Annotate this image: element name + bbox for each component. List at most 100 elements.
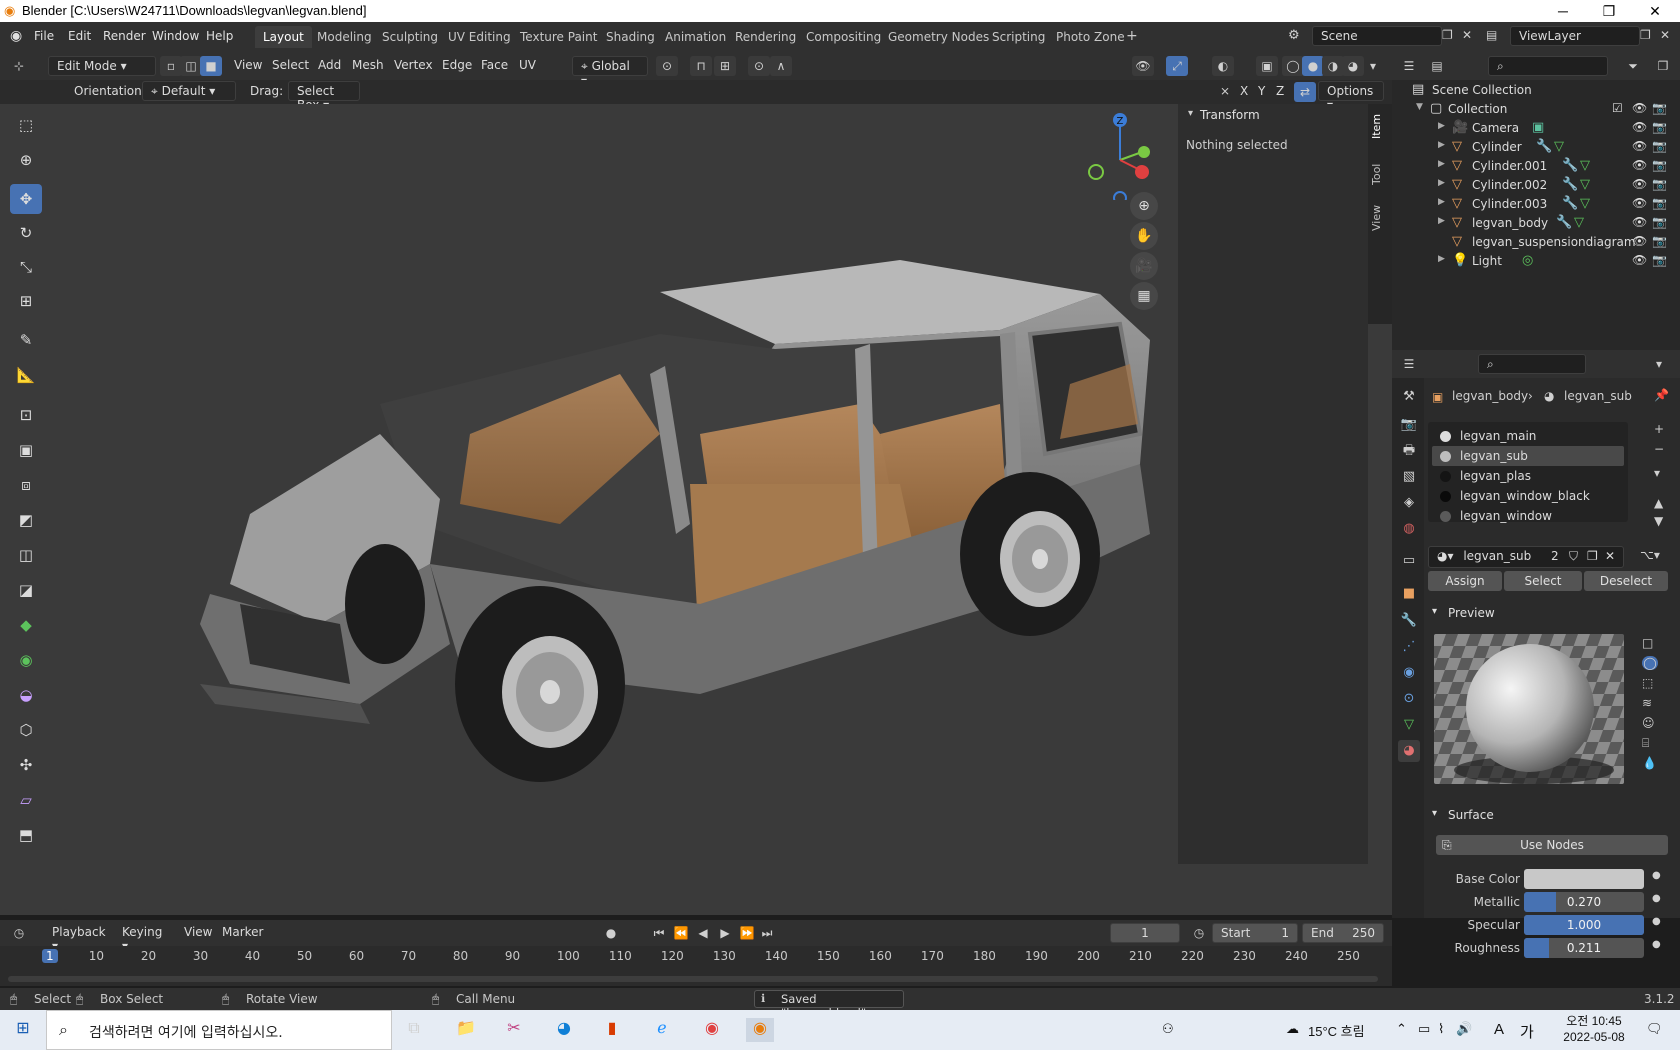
user-count[interactable]: 2 xyxy=(1551,549,1559,563)
browse-nodetree-icon[interactable]: ⌥▾ xyxy=(1640,548,1660,562)
vertex-select-icon[interactable]: ▫ xyxy=(160,56,182,76)
preview-cube-icon[interactable]: ⬚ xyxy=(1642,676,1653,690)
expand-icon[interactable]: ▼ xyxy=(1416,102,1423,112)
overlay-toggle-icon[interactable]: ◐ xyxy=(1212,56,1234,76)
people-icon[interactable]: ⚇ xyxy=(1162,1021,1174,1037)
properties-options-icon[interactable]: ▾ xyxy=(1648,354,1670,374)
outliner-scene-collection[interactable]: ▤ Scene Collection xyxy=(1392,80,1680,100)
expand-icon[interactable]: ▶ xyxy=(1438,121,1445,131)
tab-compositing[interactable]: Compositing xyxy=(798,26,889,48)
rotate-tool-icon[interactable]: ↻ xyxy=(10,218,42,248)
weather-text[interactable]: 15°C 흐림 xyxy=(1308,1021,1365,1040)
mirror-y-toggle[interactable]: Y xyxy=(1258,84,1265,98)
use-nodes-button[interactable]: ⎘ Use Nodes xyxy=(1436,835,1668,855)
menu-uv[interactable]: UV xyxy=(519,58,536,72)
outliner-item-legvan-suspensiondiagram[interactable]: ▽ legvan_suspensiondiagram 👁 📷 xyxy=(1392,232,1680,252)
tab-texture-paint[interactable]: Texture Paint xyxy=(512,26,605,48)
viewlayer-browse-icon[interactable]: ▤ xyxy=(1486,28,1497,42)
edge-browser-icon[interactable]: ◕ xyxy=(550,1018,578,1042)
snip-tool-icon[interactable]: ✂ xyxy=(500,1018,528,1042)
shrink-fatten-tool-icon[interactable]: ✣ xyxy=(10,750,42,780)
filter-icon[interactable]: ⏷ xyxy=(1622,56,1644,76)
current-frame-marker[interactable]: 1 xyxy=(42,949,58,963)
timeline-scrollbar[interactable] xyxy=(8,976,1378,982)
annotate-tool-icon[interactable]: ✎ xyxy=(10,325,42,355)
visibility-icon[interactable]: 👁 xyxy=(1132,56,1154,76)
keyframe-dot-icon[interactable]: ● xyxy=(1652,870,1661,881)
playback-menu[interactable]: Playback ▾ xyxy=(44,923,112,953)
material-props-icon[interactable]: ◕ xyxy=(1398,740,1420,762)
input-language[interactable]: A xyxy=(1494,1021,1504,1038)
data-props-icon[interactable]: ▽ xyxy=(1398,714,1420,736)
material-browse-icon[interactable]: ◕▾ xyxy=(1437,549,1454,563)
render-props-icon[interactable]: 📷 xyxy=(1398,414,1420,436)
keyframe-dot-icon[interactable]: ● xyxy=(1652,893,1661,904)
camera-view-icon[interactable]: 🎥 xyxy=(1130,252,1158,280)
select-button[interactable]: Select xyxy=(1504,571,1582,591)
preview-flat-icon[interactable]: □ xyxy=(1642,636,1653,650)
outliner-editor-type-icon[interactable]: ☰ xyxy=(1398,56,1420,76)
blender-taskbar-icon[interactable]: ◉ xyxy=(746,1018,774,1042)
scene-name-field[interactable]: Scene xyxy=(1312,26,1442,46)
object-props-icon[interactable]: ■ xyxy=(1398,583,1420,605)
metallic-slider[interactable]: 0.270 xyxy=(1524,892,1644,912)
mesh-data-icon[interactable]: ▽ xyxy=(1574,215,1584,230)
preview-monkey-icon[interactable]: ☺ xyxy=(1642,716,1655,730)
material-shading-icon[interactable]: ◑ xyxy=(1322,56,1344,76)
edge-slide-tool-icon[interactable]: ⬡ xyxy=(10,715,42,745)
expand-icon[interactable]: ▶ xyxy=(1438,140,1445,150)
poly-build-tool-icon[interactable]: ◆ xyxy=(10,610,42,640)
tray-overflow-icon[interactable]: ⌃ xyxy=(1396,1021,1407,1037)
modifier-icon[interactable]: 🔧 xyxy=(1562,177,1578,192)
eye-icon[interactable]: 👁 xyxy=(1632,215,1647,229)
add-workspace-icon[interactable]: + xyxy=(1126,28,1138,44)
constraints-props-icon[interactable]: ⊙ xyxy=(1398,688,1420,710)
tab-item[interactable]: Item xyxy=(1370,108,1390,144)
menu-edit[interactable]: Edit xyxy=(68,29,91,43)
taskbar-search[interactable]: ⌕ 검색하려면 여기에 입력하십시오. xyxy=(46,1010,392,1050)
shading-options-icon[interactable]: ▾ xyxy=(1362,56,1384,76)
mirror-x-toggle[interactable]: X xyxy=(1240,84,1248,98)
rendered-shading-icon[interactable]: ◕ xyxy=(1342,56,1364,76)
office-icon[interactable]: ▮ xyxy=(598,1018,626,1042)
orientation-dropdown[interactable]: ⌖ Default ▾ xyxy=(142,81,236,101)
outliner-item-cylinder-003[interactable]: ▶ ▽ Cylinder.003 🔧 ▽ 👁 📷 xyxy=(1392,194,1680,214)
light-data-icon[interactable]: ◎ xyxy=(1522,253,1533,268)
auto-merge-icon[interactable]: ⇄ xyxy=(1294,82,1316,102)
move-slot-up-icon[interactable]: ▲ xyxy=(1654,496,1663,510)
windows-start-icon[interactable]: ⊞ xyxy=(9,1018,37,1042)
keyframe-dot-icon[interactable]: ● xyxy=(1652,916,1661,927)
particles-props-icon[interactable]: ⋰ xyxy=(1398,636,1420,658)
keying-menu[interactable]: Keying ▾ xyxy=(114,923,176,953)
internet-explorer-icon[interactable]: ℯ xyxy=(648,1018,676,1042)
preview-cloth-icon[interactable]: ⌸ xyxy=(1642,736,1649,751)
fake-user-icon[interactable]: ⛉ xyxy=(1569,549,1578,564)
spin-tool-icon[interactable]: ◉ xyxy=(10,645,42,675)
menu-view[interactable]: View xyxy=(234,58,262,72)
rip-tool-icon[interactable]: ⬒ xyxy=(10,820,42,850)
marker-menu[interactable]: Marker xyxy=(222,925,263,939)
eye-icon[interactable]: 👁 xyxy=(1632,139,1647,153)
menu-vertex[interactable]: Vertex xyxy=(394,58,433,72)
tab-animation[interactable]: Animation xyxy=(657,26,734,48)
roughness-slider[interactable]: 0.211 xyxy=(1524,938,1644,958)
knife-tool-icon[interactable]: ◪ xyxy=(10,575,42,605)
modifier-icon[interactable]: 🔧 xyxy=(1556,215,1572,230)
proportional-falloff-icon[interactable]: ∧ xyxy=(770,56,792,76)
world-props-icon[interactable]: ◍ xyxy=(1398,518,1420,540)
tool-props-icon[interactable]: ⚒ xyxy=(1398,386,1420,408)
timeline-view-menu[interactable]: View xyxy=(184,925,212,939)
expand-icon[interactable]: ▶ xyxy=(1438,159,1445,169)
assign-button[interactable]: Assign xyxy=(1428,571,1502,591)
ime-mode[interactable]: 가 xyxy=(1520,1021,1534,1042)
outliner-item-legvan-body[interactable]: ▶ ▽ legvan_body 🔧 ▽ 👁 📷 xyxy=(1392,213,1680,233)
mesh-data-icon[interactable]: ▽ xyxy=(1554,139,1564,154)
render-camera-icon[interactable]: 📷 xyxy=(1652,158,1667,172)
timeline-editor-type-icon[interactable]: ◷ xyxy=(8,923,30,943)
new-collection-icon[interactable]: ❐ xyxy=(1652,56,1674,76)
notification-icon[interactable]: 🗨 xyxy=(1646,1021,1663,1037)
chevron-down-icon[interactable]: ▾ xyxy=(1188,108,1193,119)
record-icon[interactable]: ● xyxy=(600,923,622,943)
measure-tool-icon[interactable]: 📐 xyxy=(10,360,42,390)
cursor-tool-icon[interactable]: ⊕ xyxy=(10,145,42,175)
